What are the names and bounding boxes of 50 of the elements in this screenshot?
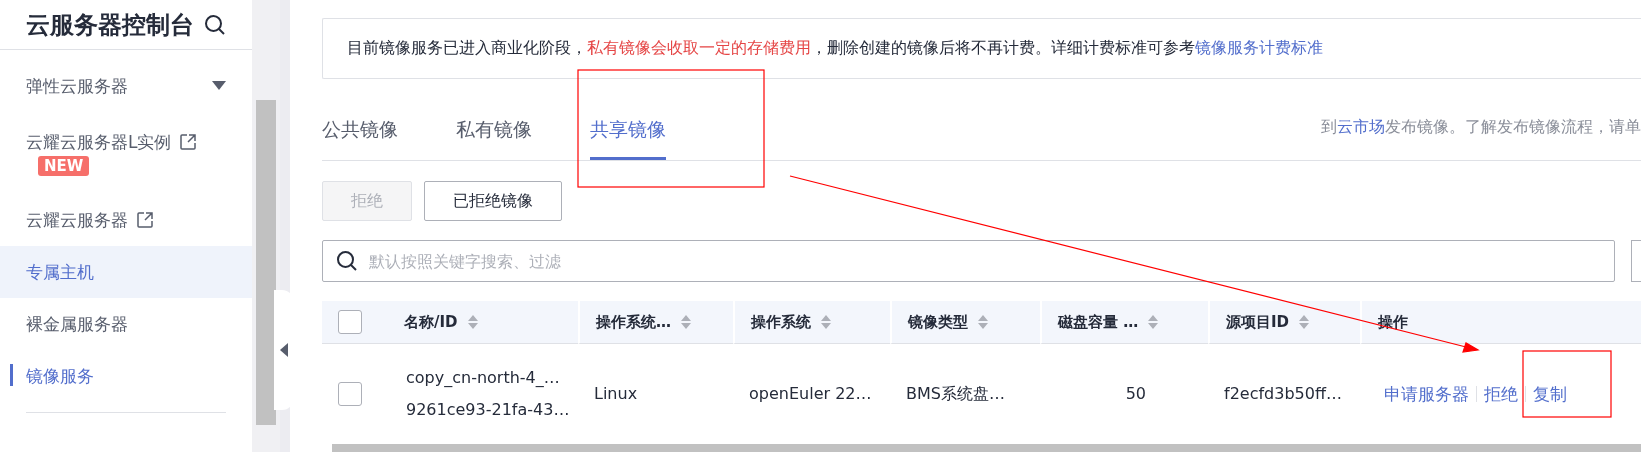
scrollbar-thumb[interactable] — [256, 100, 276, 425]
sort-icon[interactable] — [978, 314, 988, 331]
action-link[interactable]: 复制 — [1533, 382, 1567, 406]
sort-icon[interactable] — [1299, 314, 1310, 331]
sidebar-item[interactable]: 云耀云服务器L实例 NEW — [0, 112, 252, 194]
external-link-icon — [136, 211, 154, 229]
action-link[interactable]: 拒绝 — [1484, 382, 1518, 406]
filter-field[interactable] — [1631, 240, 1641, 283]
search-field[interactable]: 默认按照关键字搜索、过滤 — [322, 240, 1615, 283]
tab[interactable]: 公共镜像 — [322, 117, 398, 161]
table-cell-text: Linux — [594, 383, 638, 406]
table-cell-text: BMS系统盘… — [906, 383, 1005, 406]
sidebar-item[interactable]: 裸金属服务器 — [0, 298, 252, 350]
sort-icon[interactable] — [681, 314, 691, 331]
horizontal-scrollbar[interactable] — [332, 444, 1641, 452]
column-header[interactable]: 镜像类型 — [890, 301, 1040, 345]
search-icon — [336, 250, 358, 273]
sort-icon[interactable] — [821, 314, 831, 331]
action-link[interactable]: 申请服务器 — [1384, 382, 1469, 406]
checkbox[interactable] — [338, 310, 362, 335]
column-header[interactable]: 操作系统 — [733, 301, 890, 345]
table-cell-text: 50 — [1125, 383, 1147, 406]
tab[interactable]: 共享镜像 — [590, 117, 666, 161]
sort-icon[interactable] — [467, 314, 478, 331]
sidebar-item[interactable]: 专属主机 — [0, 246, 252, 298]
column-header[interactable]: 磁盘容量 … — [1040, 301, 1208, 345]
column-header: 操作 — [1360, 301, 1641, 345]
external-link-icon — [179, 133, 198, 151]
new-badge: NEW — [38, 155, 90, 176]
column-header[interactable]: 源项目ID — [1208, 301, 1360, 345]
column-header[interactable]: 操作系统… — [578, 301, 733, 345]
publish-hint: 到云市场发布镜像。了解发布镜像流程，请单 — [1321, 117, 1641, 139]
tab[interactable]: 私有镜像 — [456, 117, 532, 161]
console-title: 云服务器控制台 — [26, 9, 194, 41]
table-cell-text: 9261ce93-21fa-43… — [406, 399, 570, 422]
link[interactable]: 云市场 — [1337, 117, 1385, 137]
notice-text: 目前镜像服务已进入商业化阶段，私有镜像会收取一定的存储费用，删除创建的镜像后将不再计费。详细计费标准可参考镜像服务计费标准 — [322, 18, 1641, 79]
link[interactable]: 镜像服务计费标准 — [1195, 38, 1323, 59]
table-cell-text: openEuler 22… — [749, 383, 872, 406]
table-cell-text: copy_cn-north-4_… — [406, 367, 560, 390]
column-header[interactable]: 名称/ID — [390, 301, 578, 345]
sidebar-item[interactable]: 弹性云服务器 — [0, 60, 252, 112]
sort-icon[interactable] — [1148, 314, 1159, 331]
sidebar-item[interactable]: 云耀云服务器 — [0, 194, 252, 246]
dropdown-icon[interactable] — [212, 81, 226, 91]
search-icon[interactable] — [204, 13, 226, 36]
checkbox[interactable] — [338, 382, 362, 407]
table-cell-text: f2ecfd3b50ff… — [1224, 383, 1342, 406]
toolbar-button[interactable]: 已拒绝镜像 — [424, 181, 562, 222]
sidebar-item[interactable]: 镜像服务 — [0, 350, 252, 402]
